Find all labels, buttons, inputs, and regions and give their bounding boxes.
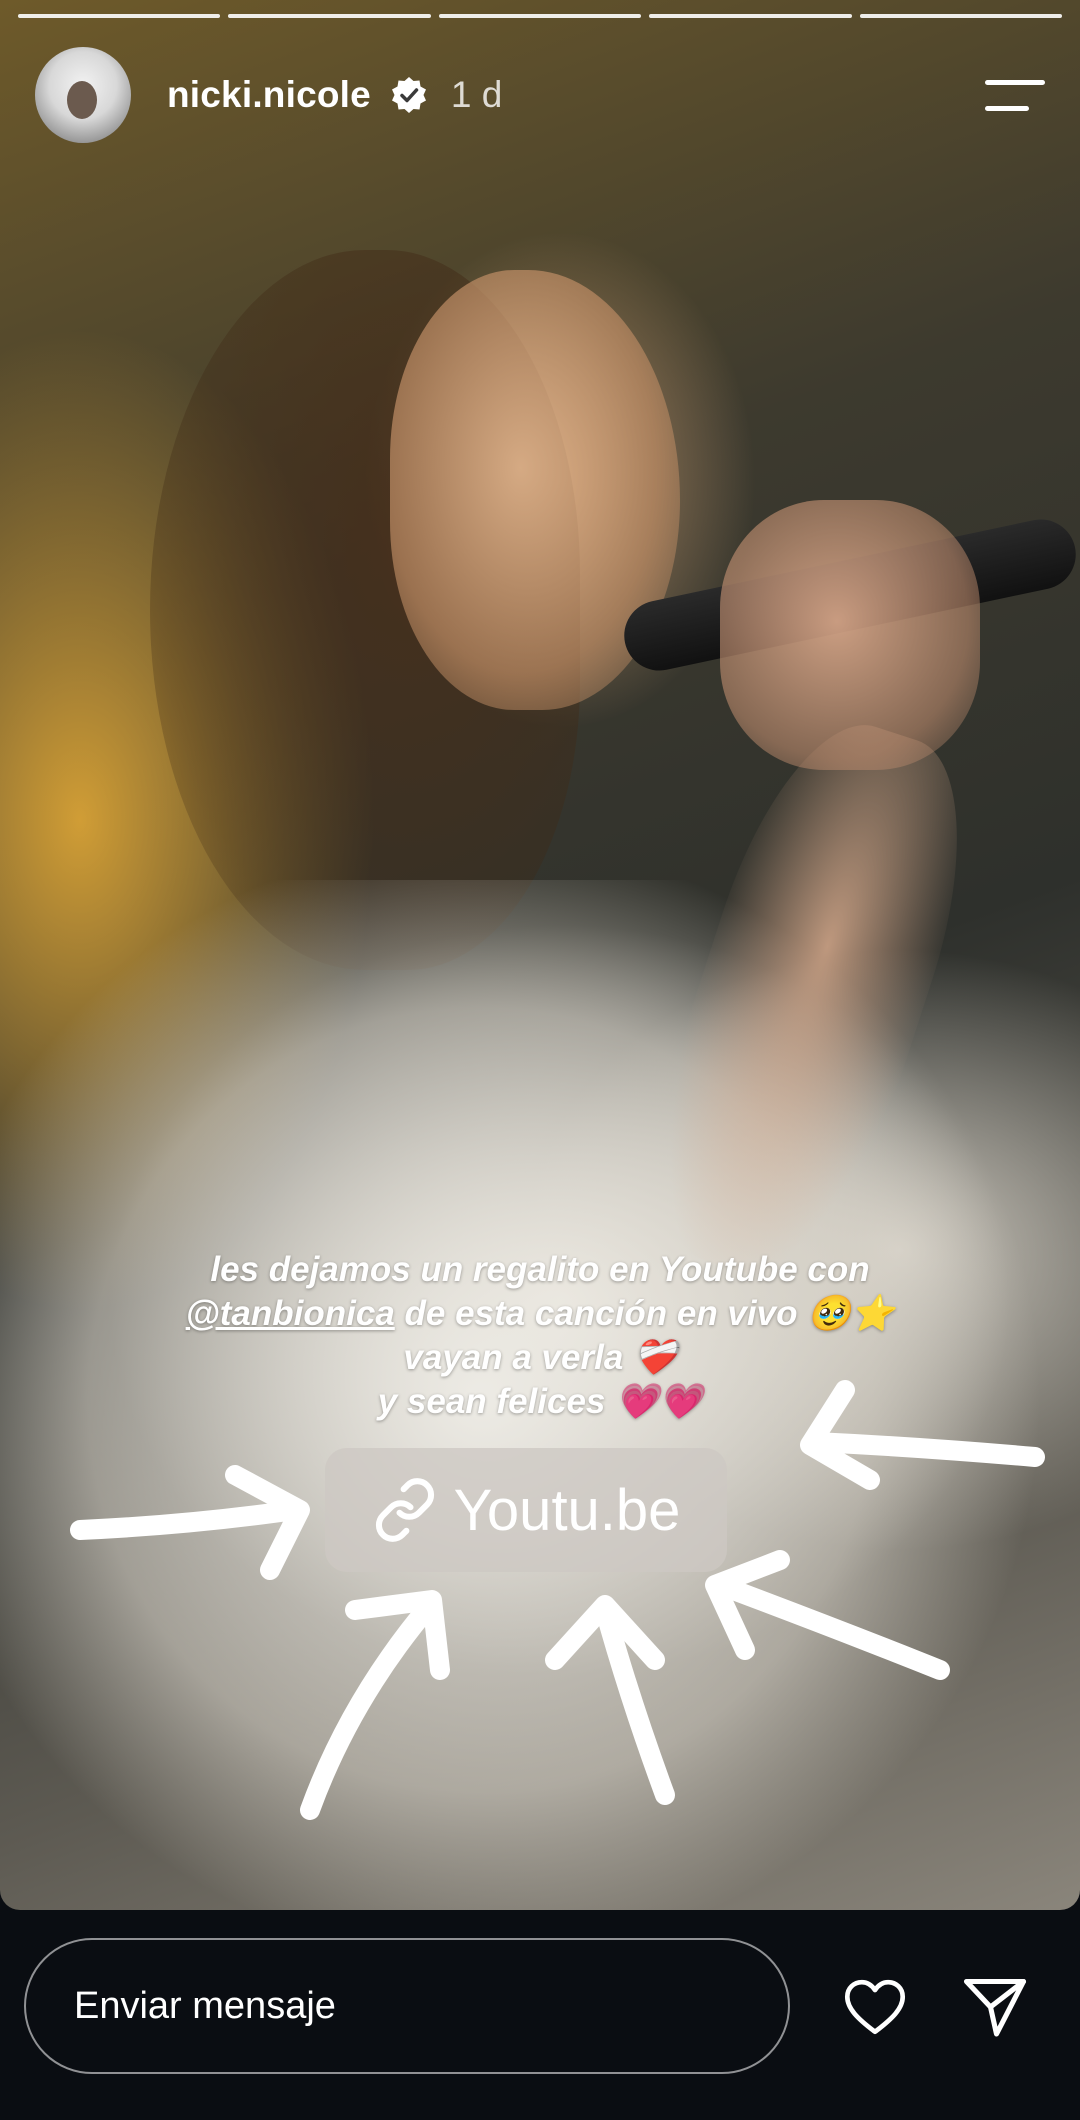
verified-badge-icon [391, 77, 426, 113]
story-viewer: nicki.nicole 1 d les dejamos un regalito… [0, 0, 1080, 2120]
reply-bar [0, 1910, 1080, 2120]
progress-segment [649, 14, 852, 18]
link-icon [375, 1478, 434, 1542]
story-progress-bar [18, 14, 1063, 18]
heart-icon [844, 1979, 906, 2035]
menu-icon[interactable] [985, 78, 1045, 112]
like-button[interactable] [836, 1968, 914, 2046]
caption-line: les dejamos un regalito en Youtube con [210, 1250, 870, 1289]
story-media[interactable]: nicki.nicole 1 d les dejamos un regalito… [0, 0, 1080, 1910]
message-input[interactable] [24, 1938, 790, 2074]
send-icon [963, 1978, 1027, 2037]
progress-segment [859, 14, 1063, 18]
progress-segment [438, 14, 642, 18]
share-button[interactable] [956, 1968, 1034, 2046]
caption-text: de esta canción en vivo 🥹⭐ [394, 1294, 895, 1333]
caption-line: y sean felices 💗💗 [377, 1382, 703, 1421]
story-header: nicki.nicole 1 d [35, 45, 1045, 145]
mention-link[interactable]: @tanbionica [186, 1294, 395, 1333]
caption-line: @tanbionica de esta canción en vivo 🥹⭐ [60, 1292, 1020, 1336]
avatar[interactable] [35, 47, 131, 143]
username[interactable]: nicki.nicole [167, 74, 371, 116]
link-sticker[interactable]: Youtu.be [325, 1448, 727, 1572]
story-timestamp: 1 d [450, 74, 503, 115]
progress-segment [228, 14, 431, 18]
caption-line: vayan a verla ❤️‍🩹 [403, 1338, 677, 1377]
progress-segment [18, 14, 221, 18]
link-sticker-label: Youtu.be [453, 1477, 681, 1543]
story-photo-hand [720, 500, 980, 770]
story-caption: les dejamos un regalito en Youtube con @… [60, 1248, 1020, 1424]
